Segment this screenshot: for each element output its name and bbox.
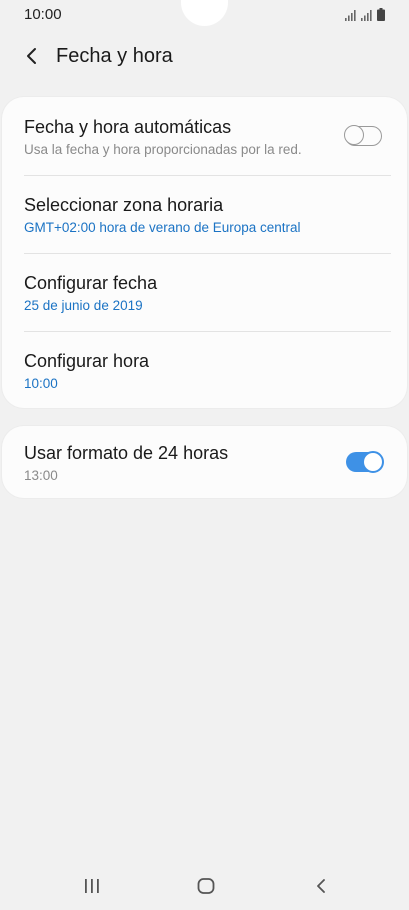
setting-title: Configurar hora	[24, 351, 150, 371]
setting-title: Configurar fecha	[24, 273, 158, 293]
back-nav-button[interactable]	[306, 874, 336, 898]
setting-value: 10:00	[24, 376, 58, 391]
signal-icon	[361, 10, 372, 21]
setting-title: Seleccionar zona horaria	[24, 195, 224, 215]
setting-value: 25 de junio de 2019	[24, 298, 143, 313]
app-header: Fecha y hora	[0, 34, 409, 82]
page-title: Fecha y hora	[56, 45, 173, 67]
setting-title: Usar formato de 24 horas	[24, 443, 229, 463]
chevron-left-icon	[27, 48, 36, 64]
recent-apps-icon	[85, 879, 99, 893]
settings-card-main: Fecha y hora automáticas Usa la fecha y …	[2, 97, 407, 408]
setting-subtitle: Usa la fecha y hora proporcionadas por l…	[24, 142, 302, 157]
status-time: 10:00	[24, 6, 62, 23]
setting-select-time-zone[interactable]: Seleccionar zona horaria GMT+02:00 hora …	[2, 175, 407, 253]
home-icon	[197, 878, 215, 894]
automatic-date-time-toggle[interactable]	[344, 125, 382, 146]
setting-configure-date[interactable]: Configurar fecha 25 de junio de 2019	[2, 253, 407, 331]
home-button[interactable]	[191, 874, 221, 898]
camera-notch	[181, 0, 228, 26]
setting-title: Fecha y hora automáticas	[24, 117, 232, 137]
recent-apps-button[interactable]	[77, 874, 107, 898]
setting-24-hour-format[interactable]: Usar formato de 24 horas 13:00	[2, 426, 407, 498]
settings-card-format: Usar formato de 24 horas 13:00	[2, 426, 407, 498]
setting-value: GMT+02:00 hora de verano de Europa centr…	[24, 220, 301, 235]
toggle-knob	[344, 125, 365, 146]
status-bar: 10:00	[0, 0, 409, 30]
setting-subtitle: 13:00	[24, 468, 58, 483]
toggle-knob	[362, 451, 384, 473]
navigation-bar	[0, 862, 409, 910]
back-button[interactable]	[20, 44, 44, 68]
battery-icon	[377, 8, 385, 21]
signal-icon	[345, 10, 356, 21]
24-hour-format-toggle[interactable]	[346, 451, 384, 473]
back-icon	[317, 879, 325, 893]
setting-automatic-date-time[interactable]: Fecha y hora automáticas Usa la fecha y …	[2, 97, 407, 175]
setting-configure-time[interactable]: Configurar hora 10:00	[2, 331, 407, 409]
status-icons	[345, 7, 385, 21]
